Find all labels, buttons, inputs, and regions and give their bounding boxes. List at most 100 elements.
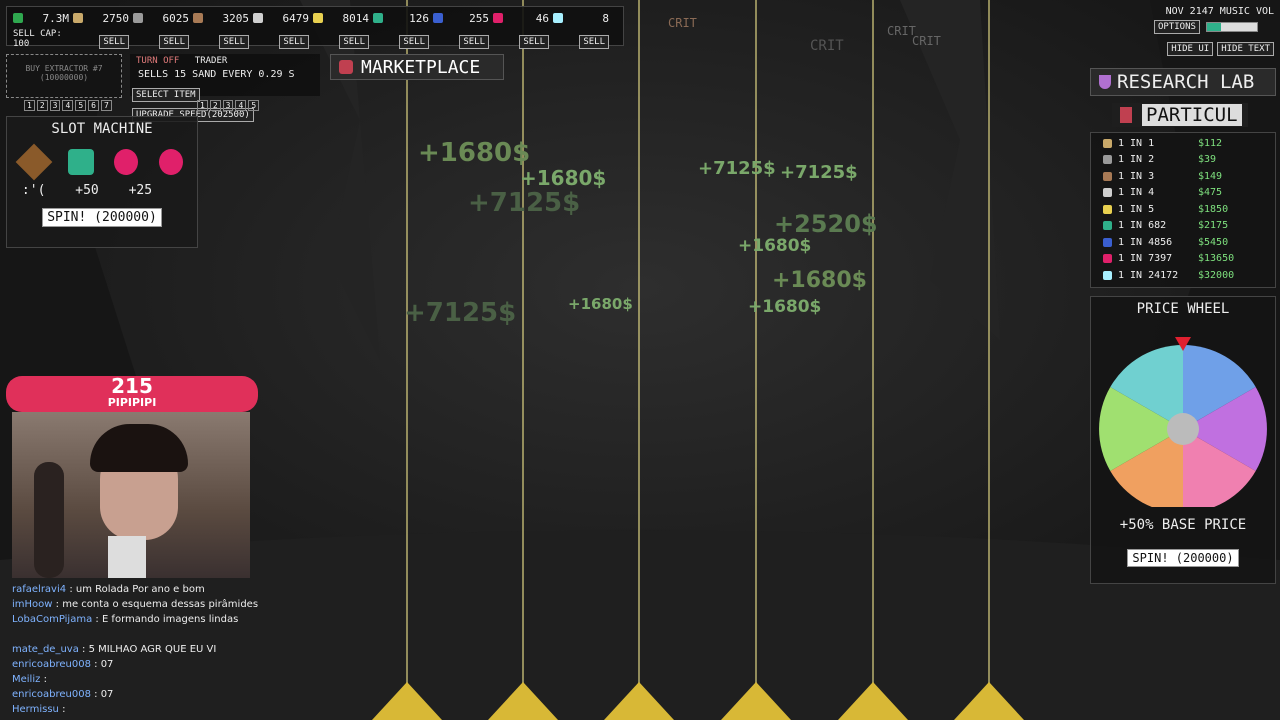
lab-row: 1 IN 4 $475 (1091, 185, 1275, 202)
resource-slot: 8 SELL (553, 9, 609, 49)
research-lab-button[interactable]: RESEARCH LAB (1090, 68, 1276, 96)
extractor-tabs: 1234567 (24, 100, 112, 111)
streamer-hair (90, 424, 188, 472)
hide-text-button[interactable]: HIDE TEXT (1217, 42, 1274, 56)
sand-pyramid[interactable] (488, 682, 558, 720)
light-beam (406, 0, 408, 700)
lab-price: $13650 (1198, 253, 1235, 265)
webcam-feed (12, 412, 250, 578)
slot-reel-sand-icon (15, 143, 53, 181)
hide-ui-button[interactable]: HIDE UI (1167, 42, 1214, 56)
money-popup: +7125$ (698, 158, 776, 179)
volume-slider[interactable] (1205, 22, 1258, 32)
number-tab[interactable]: 5 (75, 100, 87, 111)
chat-text: : 07 (94, 659, 114, 670)
resource-slot: 8014 SELL (313, 9, 370, 49)
number-tab[interactable]: 5 (248, 100, 260, 111)
volume-label[interactable]: VOL (1256, 6, 1274, 17)
resource-amount: 8014 (342, 11, 370, 25)
sell-button[interactable]: SELL (159, 35, 189, 49)
resource-gem-icon (433, 13, 443, 23)
crit-text: CRIT (810, 38, 844, 54)
resource-amount: 8 (602, 11, 609, 25)
lab-odds: 1 IN 4856 (1118, 236, 1173, 248)
chat-message: imHoow : me conta o esquema dessas pirâm… (12, 599, 262, 614)
sand-pyramid[interactable] (721, 682, 791, 720)
number-tab[interactable]: 1 (24, 100, 35, 111)
lab-price: $32000 (1198, 269, 1235, 281)
lab-odds: 1 IN 4 (1118, 187, 1155, 199)
resource-amount: 126 (409, 11, 429, 25)
number-tab[interactable]: 3 (222, 100, 234, 111)
crit-text: CRIT (668, 16, 697, 30)
number-tab[interactable]: 7 (100, 100, 112, 111)
marketplace-button[interactable]: MARKETPLACE (330, 54, 504, 80)
slot-machine-panel: SLOT MACHINE :'(+50 +25 SPIN! (200000) (6, 116, 198, 248)
sand-pyramid[interactable] (838, 682, 908, 720)
sell-button[interactable]: SELL (339, 35, 369, 49)
lab-odds: 1 IN 682 (1118, 220, 1167, 232)
chat-username: mate_de_uva (12, 644, 79, 655)
lab-price: $112 (1198, 137, 1223, 149)
chat-username: enricoabreu008 (12, 689, 91, 700)
money-popup: +7125$ (468, 188, 581, 218)
resource-amount: 46 (535, 11, 549, 25)
lab-row: 1 IN 1 $112 (1091, 135, 1275, 152)
slot-result: +50 (75, 183, 99, 198)
number-tab[interactable]: 4 (62, 100, 74, 111)
trader-turn-off[interactable]: TURN OFF (136, 56, 179, 66)
lab-price: $149 (1198, 170, 1223, 182)
price-wheel-title: PRICE WHEEL (1136, 301, 1230, 317)
light-beam (755, 0, 757, 700)
number-tab[interactable]: 1 (197, 100, 208, 111)
chat-username: Meiliz (12, 674, 41, 685)
price-wheel[interactable] (1091, 317, 1275, 507)
chat-text: : (43, 674, 47, 685)
lab-odds: 1 IN 3 (1118, 170, 1155, 182)
resource-gem-icon (553, 13, 563, 23)
lab-price: $5450 (1198, 236, 1229, 248)
sell-button[interactable]: SELL (399, 35, 429, 49)
particle-tab[interactable]: PARTICUL (1112, 103, 1248, 127)
resource-slot: 255 SELL (433, 9, 489, 49)
resource-gem-icon (133, 13, 143, 23)
trader-desc: SELLS 15 SAND EVERY 0.29 S (138, 69, 295, 80)
resource-slot: 126 SELL (373, 9, 429, 49)
resource-amount: 6025 (162, 11, 190, 25)
lab-row: 1 IN 3 $149 (1091, 168, 1275, 185)
number-tab[interactable]: 4 (235, 100, 247, 111)
sell-button[interactable]: SELL (219, 35, 249, 49)
research-lab-odds-list: 1 IN 1 $112 1 IN 2 $39 1 IN 3 $149 1 IN 4 $475 1… (1090, 132, 1276, 288)
options-button[interactable]: OPTIONS (1154, 20, 1200, 34)
chat-username: imHoow (12, 599, 53, 610)
select-item-button[interactable]: SELECT ITEM (132, 88, 200, 102)
buy-extractor-button[interactable]: BUY EXTRACTOR #7 (10000000) (6, 54, 122, 98)
number-tab[interactable]: 2 (36, 100, 48, 111)
resource-gem-icon (313, 13, 323, 23)
lab-price: $475 (1198, 187, 1223, 199)
sand-pyramid[interactable] (372, 682, 442, 720)
price-wheel-spin-button[interactable]: SPIN! (200000) (1127, 549, 1239, 567)
sell-button[interactable]: SELL (279, 35, 309, 49)
sell-button[interactable]: SELL (99, 35, 129, 49)
stream-badge: 215 PIPIPIPI (6, 376, 258, 412)
number-tab[interactable]: 2 (209, 100, 221, 111)
sell-button[interactable]: SELL (579, 35, 609, 49)
gem-icon (1103, 188, 1112, 198)
sand-pyramid[interactable] (604, 682, 674, 720)
slot-machine-title: SLOT MACHINE (51, 121, 153, 137)
sand-pyramid[interactable] (954, 682, 1024, 720)
lab-row: 1 IN 4856 $5450 (1091, 234, 1275, 251)
lab-row: 1 IN 7397 $13650 (1091, 251, 1275, 268)
sell-button[interactable]: SELL (519, 35, 549, 49)
music-label[interactable]: MUSIC (1220, 6, 1250, 17)
slot-spin-button[interactable]: SPIN! (200000) (42, 208, 162, 227)
number-tab[interactable]: 3 (49, 100, 61, 111)
chat-message: rafaelravi4 : um Rolada Por ano e bom (12, 584, 262, 599)
particle-icon (1120, 107, 1132, 123)
sell-button[interactable]: SELL (459, 35, 489, 49)
chat-message: enricoabreu008 : 07 (12, 659, 262, 674)
money-popup: +1680$ (568, 295, 633, 313)
number-tab[interactable]: 6 (88, 100, 99, 111)
trader-panel: TURN OFF TRADER SELLS 15 SAND EVERY 0.29… (130, 54, 320, 122)
